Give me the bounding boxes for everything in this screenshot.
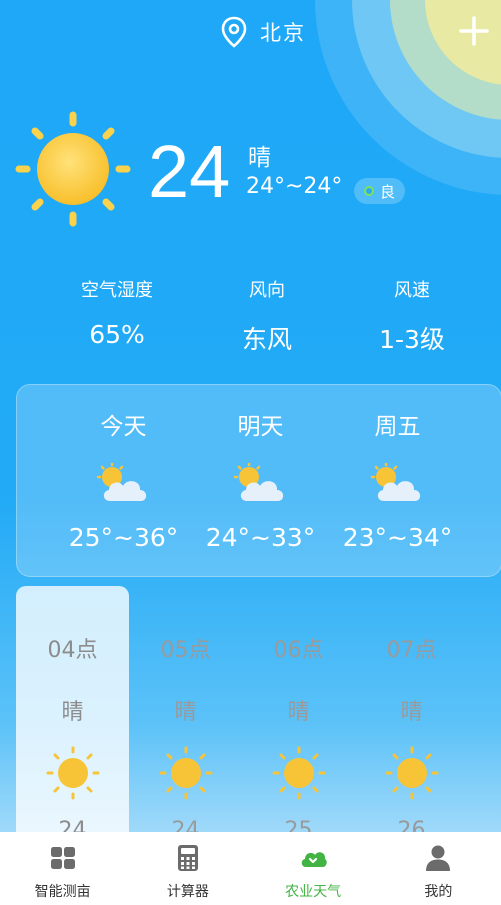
weather-stats: 空气湿度 65% 风向 东风 风速 1-3级 [0, 276, 501, 356]
user-icon [426, 845, 451, 871]
sun-icon [46, 746, 99, 800]
stat-label: 空气湿度 [81, 280, 153, 301]
current-temperature: 24 [148, 130, 231, 213]
hourly-temperature: 24 [171, 818, 200, 832]
grid-icon [50, 847, 75, 869]
status-dot-icon [364, 186, 374, 196]
hourly-time: 05点 [160, 638, 211, 663]
stat-label: 风向 [249, 280, 285, 301]
partly-cloudy-icon [370, 463, 420, 501]
tab-label: 农业天气 [285, 884, 342, 900]
tab-calculator[interactable]: 计算器 [125, 832, 250, 905]
stat-value: 1-3级 [379, 325, 445, 354]
sun-icon [159, 746, 212, 800]
calculator-icon [177, 845, 198, 871]
current-condition: 晴 [248, 145, 271, 171]
hourly-temperature: 26 [397, 818, 426, 832]
tab-label: 计算器 [166, 884, 209, 900]
tab-label: 我的 [424, 884, 453, 900]
hourly-condition: 晴 [61, 700, 84, 725]
stat-label: 风速 [394, 280, 430, 301]
hourly-temperature: 25 [284, 818, 313, 832]
tab-label: 智能测亩 [34, 884, 91, 900]
air-quality-label: 良 [380, 182, 396, 201]
tab-smart-measure[interactable]: 智能测亩 [0, 832, 125, 905]
stat-humidity: 空气湿度 65% [32, 276, 202, 356]
hourly-item[interactable]: 05点 晴 24 [129, 586, 242, 832]
hourly-time: 07点 [386, 638, 437, 663]
tab-agri-weather[interactable]: 农业天气 [251, 832, 376, 905]
bottom-tab-bar: 智能测亩 计算器 农业天气 我的 [0, 832, 501, 905]
forecast-temp-range: 25°~36° [68, 523, 179, 552]
current-weather: 24 晴 24°~24° 良 [14, 110, 494, 230]
forecast-day-name: 周五 [374, 414, 421, 440]
hourly-condition: 晴 [400, 700, 423, 725]
tab-profile[interactable]: 我的 [376, 832, 501, 905]
hourly-item[interactable]: 04点 晴 24 [16, 586, 129, 832]
hourly-temperature: 24 [58, 818, 87, 832]
forecast-day-name: 今天 [100, 414, 147, 440]
location-selector[interactable]: 北京 [220, 16, 306, 48]
hourly-condition: 晴 [174, 700, 197, 725]
stat-wind-speed: 风速 1-3级 [332, 276, 492, 356]
forecast-day-name: 明天 [237, 414, 284, 440]
top-bar: 北京 [0, 0, 501, 64]
air-quality-badge: 良 [354, 178, 406, 204]
forecast-day[interactable]: 周五 23°~34° [329, 385, 466, 576]
daily-forecast-card: 今天 25°~36° 明天 24°~33° 周五 23°~34° [16, 384, 501, 577]
hourly-item[interactable]: 07点 晴 26 [355, 586, 468, 832]
cloud-icon [301, 852, 327, 867]
hourly-time: 06点 [273, 638, 324, 663]
forecast-day[interactable]: 今天 25°~36° [55, 385, 192, 576]
sun-icon [272, 746, 325, 800]
forecast-temp-range: 23°~34° [342, 523, 453, 552]
hourly-time: 04点 [47, 638, 98, 663]
location-pin-icon [221, 16, 247, 48]
forecast-temp-range: 24°~33° [205, 523, 316, 552]
current-temp-range: 24°~24° [246, 174, 343, 199]
stat-value: 65% [89, 320, 145, 349]
forecast-day[interactable]: 明天 24°~33° [192, 385, 329, 576]
hourly-forecast[interactable]: 04点 晴 24 05点 晴 24 06点 晴 25 07点 晴 26 [0, 586, 501, 832]
partly-cloudy-icon [233, 463, 283, 501]
sun-icon [385, 746, 438, 800]
partly-cloudy-icon [96, 463, 146, 501]
sun-icon [15, 111, 131, 227]
hourly-item[interactable]: 06点 晴 25 [242, 586, 355, 832]
stat-wind-direction: 风向 东风 [202, 276, 332, 356]
add-city-button[interactable] [459, 16, 489, 46]
city-name: 北京 [260, 21, 306, 45]
stat-value: 东风 [241, 325, 292, 354]
hourly-condition: 晴 [287, 700, 310, 725]
